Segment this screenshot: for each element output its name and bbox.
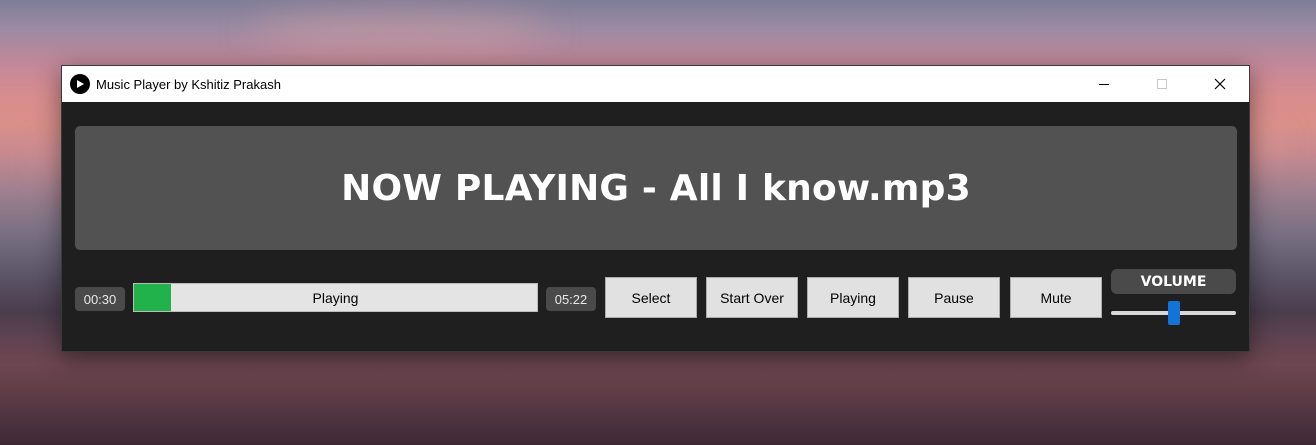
playing-button[interactable]: Playing — [807, 277, 899, 318]
maximize-icon — [1157, 79, 1167, 89]
minimize-icon — [1099, 84, 1109, 85]
maximize-button[interactable] — [1133, 66, 1191, 102]
playback-progress-bar[interactable]: Playing — [133, 283, 538, 312]
background-cloud — [250, 10, 550, 50]
window-controls — [1075, 66, 1249, 102]
close-button[interactable] — [1191, 66, 1249, 102]
progress-status-label: Playing — [312, 289, 359, 306]
elapsed-time: 00:30 — [75, 287, 125, 311]
mute-button[interactable]: Mute — [1010, 277, 1102, 318]
title-bar[interactable]: Music Player by Kshitiz Prakash — [62, 66, 1249, 102]
music-player-window: Music Player by Kshitiz Prakash NOW PLAY… — [61, 65, 1250, 352]
now-playing-banner: NOW PLAYING - All I know.mp3 — [75, 126, 1237, 250]
window-title: Music Player by Kshitiz Prakash — [96, 76, 281, 92]
now-playing-text: NOW PLAYING - All I know.mp3 — [341, 167, 971, 209]
minimize-button[interactable] — [1075, 66, 1133, 102]
start-over-button[interactable]: Start Over — [706, 277, 798, 318]
total-time: 05:22 — [546, 287, 596, 311]
select-button[interactable]: Select — [605, 277, 697, 318]
close-icon — [1214, 78, 1226, 90]
volume-label: VOLUME — [1111, 269, 1236, 294]
pause-button[interactable]: Pause — [908, 277, 1000, 318]
play-circle-icon — [70, 74, 90, 94]
volume-slider-thumb[interactable] — [1167, 301, 1180, 325]
